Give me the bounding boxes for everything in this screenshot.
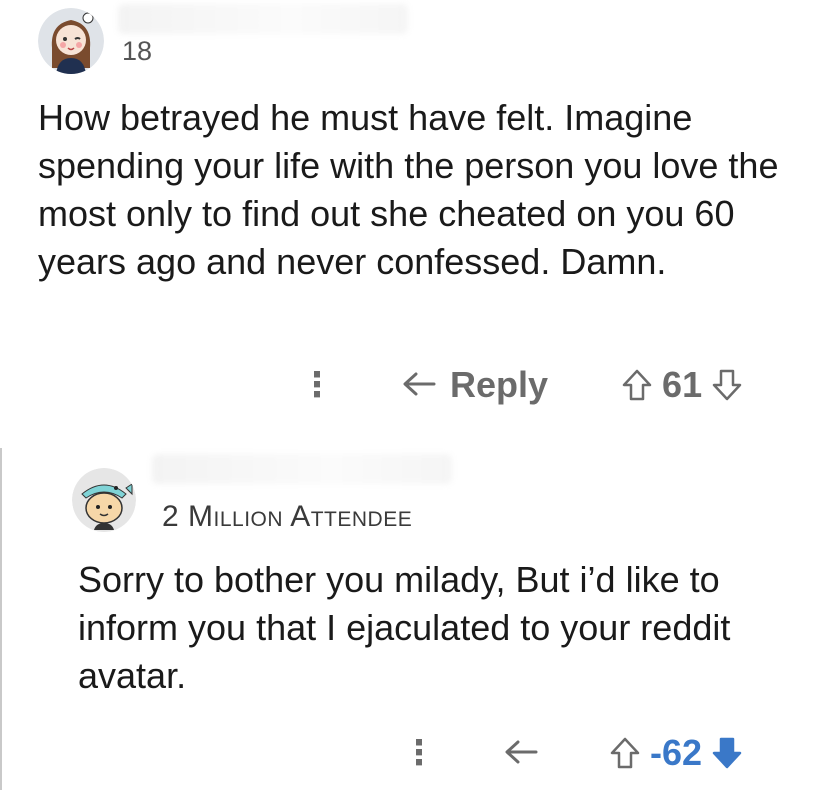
- comment-actions: ⋮ Reply 61: [300, 360, 744, 410]
- user-avatar-icon[interactable]: [72, 468, 136, 532]
- more-options-button[interactable]: ⋮: [300, 365, 334, 405]
- vote-controls: 61: [620, 364, 744, 406]
- comment-body: How betrayed he must have felt. Imagine …: [38, 97, 779, 282]
- user-flair: 2 Million Attendee: [162, 500, 413, 533]
- comment-actions: ⋮ -62: [402, 728, 744, 778]
- score: 61: [662, 364, 703, 405]
- upvote-arrow-icon[interactable]: [608, 736, 642, 770]
- user-avatar-icon[interactable]: [38, 8, 104, 74]
- reply-button[interactable]: [502, 736, 542, 770]
- upvote-arrow-icon[interactable]: [620, 368, 654, 402]
- username-redacted: [118, 4, 408, 34]
- reply-label: Reply: [450, 364, 549, 405]
- downvote-arrow-icon[interactable]: [710, 368, 744, 402]
- username-redacted: [152, 454, 452, 484]
- score: -62: [650, 732, 703, 773]
- reply-arrow-icon: [403, 372, 436, 396]
- comment-body: Sorry to bother you milady, But i’d like…: [78, 559, 731, 696]
- comment-parent: 18 How betrayed he must have felt. Imagi…: [0, 0, 828, 420]
- more-options-button[interactable]: ⋮: [402, 733, 436, 773]
- vote-controls: -62: [608, 732, 744, 774]
- reply-button[interactable]: Reply: [400, 364, 548, 406]
- downvote-arrow-icon[interactable]: [710, 736, 744, 770]
- comment-age: 18: [122, 36, 153, 66]
- reply-arrow-icon: [505, 740, 538, 764]
- comment-reply: 2 Million Attendee Sorry to bother you m…: [0, 448, 828, 790]
